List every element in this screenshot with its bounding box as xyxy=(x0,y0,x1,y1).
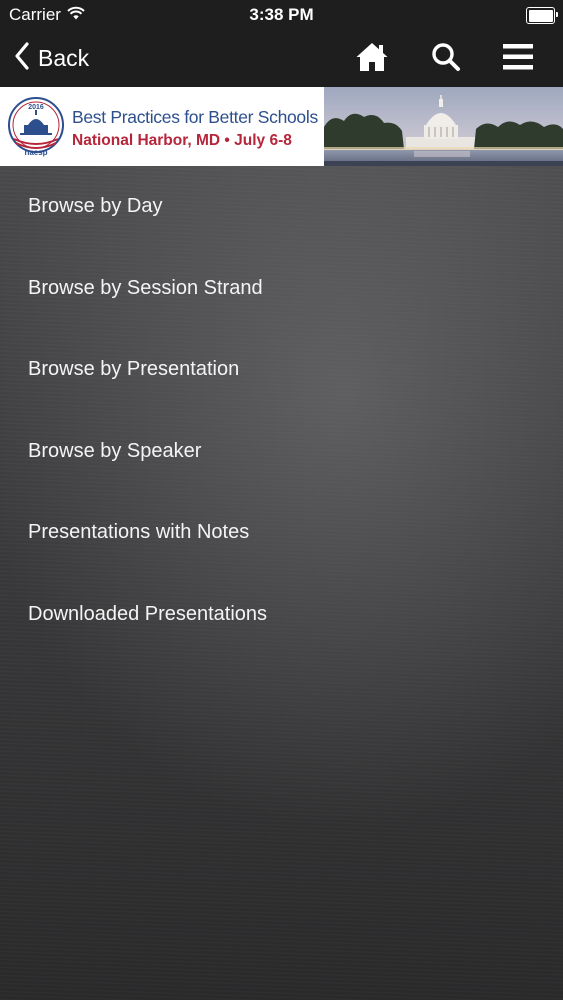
menu-item-browse-by-session-strand[interactable]: Browse by Session Strand xyxy=(0,248,563,330)
app-screen: Carrier 3:38 PM Back 2016 naesp Best Pra… xyxy=(0,0,563,1000)
search-button[interactable] xyxy=(427,40,465,78)
svg-text:2016: 2016 xyxy=(28,104,44,111)
browse-menu-list: Browse by Day Browse by Session Strand B… xyxy=(0,166,563,655)
naesp-seal-logo: 2016 naesp xyxy=(6,95,66,157)
search-icon xyxy=(430,41,462,78)
status-bar: Carrier 3:38 PM xyxy=(0,0,563,30)
menu-item-browse-by-day[interactable]: Browse by Day xyxy=(0,166,563,248)
home-icon xyxy=(355,41,389,78)
battery-fill xyxy=(528,9,553,22)
menu-button[interactable] xyxy=(499,40,537,78)
svg-text:naesp: naesp xyxy=(24,148,47,157)
menu-item-browse-by-presentation[interactable]: Browse by Presentation xyxy=(0,329,563,411)
navigation-bar: Back xyxy=(0,30,563,87)
battery-icon xyxy=(526,7,558,24)
banner-title: Best Practices for Better Schools xyxy=(72,107,318,127)
menu-item-browse-by-speaker[interactable]: Browse by Speaker xyxy=(0,411,563,493)
event-banner: 2016 naesp Best Practices for Better Sch… xyxy=(0,87,563,166)
hamburger-menu-icon xyxy=(501,42,535,77)
browse-menu-panel: Browse by Day Browse by Session Strand B… xyxy=(0,166,563,1000)
capitol-photo xyxy=(324,87,563,166)
status-time: 3:38 PM xyxy=(249,5,314,24)
back-label: Back xyxy=(38,44,90,71)
banner-subtitle: National Harbor, MD • July 6-8 xyxy=(72,132,292,149)
home-button[interactable] xyxy=(353,40,391,78)
menu-item-presentations-with-notes[interactable]: Presentations with Notes xyxy=(0,492,563,574)
chevron-left-icon xyxy=(14,41,30,75)
back-button[interactable]: Back xyxy=(14,40,89,76)
menu-item-downloaded-presentations[interactable]: Downloaded Presentations xyxy=(0,574,563,656)
banner-logo-area: 2016 naesp Best Practices for Better Sch… xyxy=(0,87,324,166)
